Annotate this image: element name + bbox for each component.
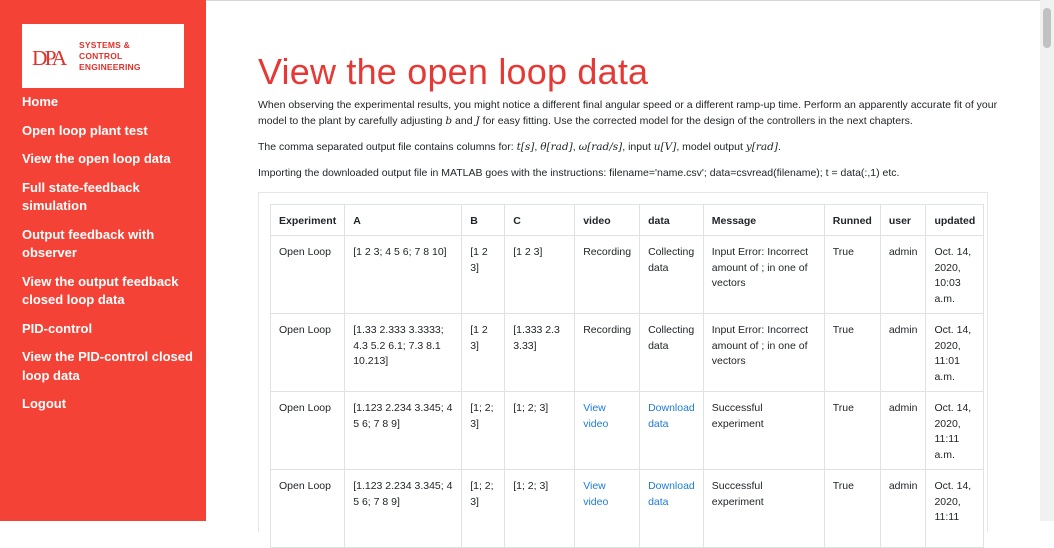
cell-b: [1 2 3] xyxy=(461,313,506,392)
header-updated: updated xyxy=(925,204,985,236)
columns-paragraph: The comma separated output file contains… xyxy=(258,139,781,155)
sidebar: DPA SYSTEMS & CONTROL ENGINEERING Home O… xyxy=(0,0,206,521)
header-user: user xyxy=(879,204,927,236)
intro-line-1: When observing the experimental results,… xyxy=(258,99,998,111)
logo-line-2: CONTROL ENGINEERING xyxy=(79,50,141,72)
cell-runned: True xyxy=(823,235,881,314)
page-scrollbar[interactable] xyxy=(1040,0,1054,521)
logo-mark-text: DPA xyxy=(32,46,68,70)
header-video: video xyxy=(574,204,641,236)
cell-data: Download data xyxy=(639,391,704,470)
columns-output-lead: , model output xyxy=(676,141,746,153)
header-c: C xyxy=(504,204,576,236)
var-theta: θ[rad] xyxy=(540,141,573,153)
cell-user: admin xyxy=(879,391,927,470)
nav-item-view-open-loop-data[interactable]: View the open loop data xyxy=(22,150,200,169)
cell-updated: Oct. 14, 2020, 11:11 a.m. xyxy=(925,391,985,470)
columns-lead: The comma separated output file contains… xyxy=(258,141,517,153)
table-row: Open Loop [1.123 2.234 3.345; 4 5 6; 7 8… xyxy=(269,469,985,548)
header-data: data xyxy=(639,204,704,236)
nav-item-full-state-feedback-simulation[interactable]: Full state-feedback simulation xyxy=(22,179,200,216)
nav-item-logout[interactable]: Logout xyxy=(22,395,200,414)
header-b: B xyxy=(461,204,506,236)
header-experiment: Experiment xyxy=(269,204,346,236)
page-title: View the open loop data xyxy=(258,51,649,92)
cell-a: [1.123 2.234 3.345; 4 5 6; 7 8 9] xyxy=(344,391,463,470)
cell-b: [1 2 3] xyxy=(461,235,506,314)
logo[interactable]: DPA SYSTEMS & CONTROL ENGINEERING xyxy=(22,24,184,88)
cell-video: View video xyxy=(574,391,641,470)
header-message: Message xyxy=(702,204,825,236)
var-omega: ω[rad/s] xyxy=(578,141,623,153)
var-y: y[rad] xyxy=(745,141,778,153)
cell-a: [1.123 2.234 3.345; 4 5 6; 7 8 9] xyxy=(344,469,463,548)
cell-user: admin xyxy=(879,469,927,548)
nav-item-view-output-feedback-data[interactable]: View the output feedback closed loop dat… xyxy=(22,273,200,310)
table-row: Open Loop [1.123 2.234 3.345; 4 5 6; 7 8… xyxy=(269,391,985,470)
cell-a: [1 2 3; 4 5 6; 7 8 10] xyxy=(344,235,463,314)
header-runned: Runned xyxy=(823,204,881,236)
cell-c: [1.333 2.3 3.33] xyxy=(504,313,576,392)
cell-video: View video xyxy=(574,469,641,548)
cell-video: Recording xyxy=(574,235,641,314)
nav-item-pid-control[interactable]: PID-control xyxy=(22,320,200,339)
cell-video: Recording xyxy=(574,313,641,392)
cell-experiment: Open Loop xyxy=(269,235,346,314)
logo-text: SYSTEMS & CONTROL ENGINEERING xyxy=(79,40,184,73)
table-header-row: Experiment A B C video data Message Runn… xyxy=(269,204,985,236)
cell-user: admin xyxy=(879,313,927,392)
cell-b: [1; 2; 3] xyxy=(461,469,506,548)
cell-updated: Oct. 14, 2020, 11:01 a.m. xyxy=(925,313,985,392)
intro-line-2-end: for easy fitting. Use the corrected mode… xyxy=(479,115,913,127)
cell-data: Collecting data xyxy=(639,313,704,392)
intro-and: and xyxy=(452,115,476,127)
cell-runned: True xyxy=(823,469,881,548)
nav-item-home[interactable]: Home xyxy=(22,93,200,112)
cell-runned: True xyxy=(823,313,881,392)
cell-b: [1; 2; 3] xyxy=(461,391,506,470)
matlab-paragraph: Importing the downloaded output file in … xyxy=(258,167,900,179)
cell-experiment: Open Loop xyxy=(269,313,346,392)
cell-data: Collecting data xyxy=(639,235,704,314)
download-data-link[interactable]: Download data xyxy=(648,402,695,430)
table-row: Open Loop [1.33 2.333 3.3333; 4.3 5.2 6.… xyxy=(269,313,985,392)
table-row: Open Loop [1 2 3; 4 5 6; 7 8 10] [1 2 3]… xyxy=(269,235,985,314)
intro-paragraph: When observing the experimental results,… xyxy=(258,97,997,129)
cell-a: [1.33 2.333 3.3333; 4.3 5.2 6.1; 7.3 8.1… xyxy=(344,313,463,392)
cell-message: Input Error: Incorrect amount of ; in on… xyxy=(702,313,825,392)
var-u: u[V] xyxy=(653,141,677,153)
cell-message: Successful experiment xyxy=(702,391,825,470)
cell-experiment: Open Loop xyxy=(269,469,346,548)
scrollbar-thumb[interactable] xyxy=(1043,8,1051,48)
intro-line-2-start: model to the plant by carefully adjustin… xyxy=(258,115,446,127)
view-video-link[interactable]: View video xyxy=(583,480,608,508)
logo-line-1: SYSTEMS & xyxy=(79,39,130,50)
columns-input-lead: , input xyxy=(622,141,654,153)
dpa-logo-icon: DPA xyxy=(32,46,71,70)
columns-end: . xyxy=(777,141,781,153)
download-data-link[interactable]: Download data xyxy=(648,480,695,508)
var-t: t[s] xyxy=(516,141,535,153)
view-video-link[interactable]: View video xyxy=(583,402,608,430)
header-a: A xyxy=(344,204,463,236)
cell-c: [1; 2; 3] xyxy=(504,469,576,548)
cell-c: [1; 2; 3] xyxy=(504,391,576,470)
nav-item-view-pid-control-data[interactable]: View the PID-control closed loop data xyxy=(22,348,200,385)
cell-runned: True xyxy=(823,391,881,470)
cell-user: admin xyxy=(879,235,927,314)
cell-updated: Oct. 14, 2020, 11:11 xyxy=(925,469,985,548)
nav-item-open-loop-plant-test[interactable]: Open loop plant test xyxy=(22,122,200,141)
experiments-table: Experiment A B C video data Message Runn… xyxy=(269,204,985,548)
cell-message: Input Error: Incorrect amount of ; in on… xyxy=(702,235,825,314)
cell-message: Successful experiment xyxy=(702,469,825,548)
sidebar-nav: Home Open loop plant test View the open … xyxy=(22,93,200,414)
cell-experiment: Open Loop xyxy=(269,391,346,470)
cell-data: Download data xyxy=(639,469,704,548)
nav-item-output-feedback-observer[interactable]: Output feedback with observer xyxy=(22,226,200,263)
cell-updated: Oct. 14, 2020, 10:03 a.m. xyxy=(925,235,985,314)
cell-c: [1 2 3] xyxy=(504,235,576,314)
